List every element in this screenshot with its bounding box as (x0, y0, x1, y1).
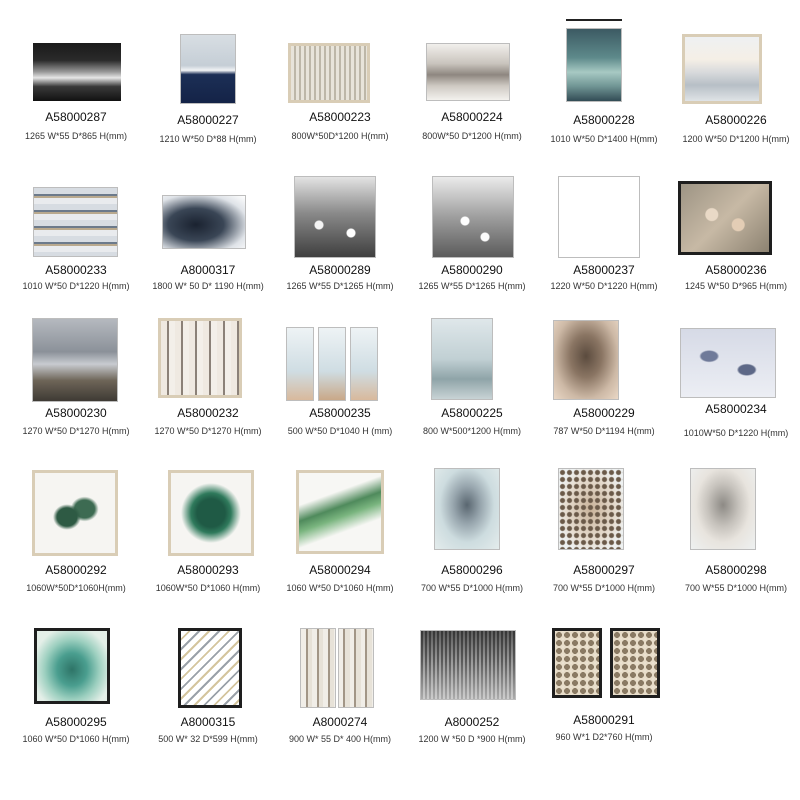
product-code: A58000291 (573, 713, 635, 727)
artwork-image (286, 327, 314, 401)
product-code: A58000224 (441, 110, 503, 124)
product-code: A58000292 (45, 563, 107, 577)
product-dimensions: 1270 W*50 D*1270 H(mm) (22, 426, 130, 436)
artwork-image (434, 468, 500, 550)
artwork-image (178, 628, 242, 708)
artwork-image (566, 28, 622, 102)
product-code: A58000225 (441, 406, 503, 420)
product-dimensions: 1245 W*50 D*965 H(mm) (684, 281, 788, 291)
product-dimensions: 1200 W*50 D*1200 H(mm) (682, 134, 790, 144)
product-code: A58000229 (573, 406, 635, 420)
product-dimensions: 700 W*55 D*1000 H(mm) (684, 583, 788, 593)
product-code: A8000274 (312, 715, 368, 729)
product-dimensions: 1265 W*55 D*1265 H(mm) (418, 281, 526, 291)
product-dimensions: 1060 W*50 D*1060 H(mm) (286, 583, 394, 593)
product-dimensions: 800W*50 D*1200 H(mm) (422, 131, 522, 141)
artwork-image (682, 34, 762, 104)
artwork-image (32, 470, 118, 556)
product-code: A8000315 (180, 715, 236, 729)
artwork-image (288, 43, 370, 103)
artwork-image (180, 34, 236, 104)
artwork-image (300, 628, 336, 708)
product-code: A58000226 (705, 113, 767, 127)
artwork-image (610, 628, 660, 698)
artwork-image (350, 327, 378, 401)
artwork-image (558, 176, 640, 258)
artwork-image (296, 470, 384, 554)
product-code: A58000227 (177, 113, 239, 127)
product-code: A58000289 (309, 263, 371, 277)
product-dimensions: 1270 W*50 D*1270 H(mm) (154, 426, 262, 436)
product-dimensions: 800W*50D*1200 H(mm) (291, 131, 389, 141)
product-dimensions: 1200 W *50 D *900 H(mm) (418, 734, 526, 744)
product-dimensions: 1060W*50D*1060H(mm) (26, 583, 126, 593)
product-dimensions: 1265 W*55 D*1265 H(mm) (286, 281, 394, 291)
product-dimensions: 500 W*50 D*1040 H (mm) (287, 426, 393, 436)
artwork-image (33, 43, 121, 101)
artwork-image (432, 176, 514, 258)
product-code: A58000237 (573, 263, 635, 277)
artwork-image (678, 181, 772, 255)
product-dimensions: 1010W*50 D*1220 H(mm) (683, 428, 789, 438)
artwork-image (431, 318, 493, 400)
artwork-image (338, 628, 374, 708)
product-code: A58000295 (45, 715, 107, 729)
product-dimensions: 700 W*55 D*1000 H(mm) (552, 583, 656, 593)
artwork-image (294, 176, 376, 258)
product-dimensions: 700 W*55 D*1000 H(mm) (420, 583, 524, 593)
product-dimensions: 1210 W*50 D*88 H(mm) (159, 134, 257, 144)
artwork-image (33, 187, 118, 257)
product-code: A58000228 (573, 113, 635, 127)
artwork-image (168, 470, 254, 556)
product-code: A58000232 (177, 406, 239, 420)
product-dimensions: 787 W*50 D*1194 H(mm) (553, 426, 655, 436)
artwork-image (558, 468, 624, 550)
product-dimensions: 800 W*500*1200 H(mm) (422, 426, 522, 436)
product-code: A58000297 (573, 563, 635, 577)
product-code: A58000234 (705, 402, 767, 416)
product-dimensions: 500 W* 32 D*599 H(mm) (158, 734, 258, 744)
product-dimensions: 1060 W*50 D*1060 H(mm) (22, 734, 130, 744)
product-code: A58000290 (441, 263, 503, 277)
product-code: A58000230 (45, 406, 107, 420)
product-code: A58000294 (309, 563, 371, 577)
artwork-image (552, 628, 602, 698)
artwork-image (553, 320, 619, 400)
product-code: A58000236 (705, 263, 767, 277)
artwork-image (162, 195, 246, 249)
product-dimensions: 1265 W*55 D*865 H(mm) (24, 131, 128, 141)
artwork-image (690, 468, 756, 550)
artwork-image (158, 318, 242, 398)
hanging-bar (566, 19, 622, 21)
product-code: A58000287 (45, 110, 107, 124)
product-code: A58000296 (441, 563, 503, 577)
product-code: A58000235 (309, 406, 371, 420)
product-code: A58000298 (705, 563, 767, 577)
product-dimensions: 960 W*1 D2*760 H(mm) (555, 732, 653, 742)
artwork-image (318, 327, 346, 401)
artwork-image (32, 318, 118, 402)
product-dimensions: 1220 W*50 D*1220 H(mm) (550, 281, 658, 291)
product-dimensions: 1060W*50 D*1060 H(mm) (155, 583, 261, 593)
product-dimensions: 1010 W*50 D*1220 H(mm) (22, 281, 130, 291)
artwork-image (420, 630, 516, 700)
product-dimensions: 900 W* 55 D* 400 H(mm) (288, 734, 392, 744)
product-code: A8000252 (444, 715, 500, 729)
artwork-image (680, 328, 776, 398)
product-code: A58000233 (45, 263, 107, 277)
artwork-image (426, 43, 510, 101)
product-code: A58000223 (309, 110, 371, 124)
product-code: A8000317 (180, 263, 236, 277)
product-dimensions: 1800 W* 50 D* 1190 H(mm) (152, 281, 264, 291)
artwork-image (34, 628, 110, 704)
product-code: A58000293 (177, 563, 239, 577)
product-dimensions: 1010 W*50 D*1400 H(mm) (550, 134, 658, 144)
